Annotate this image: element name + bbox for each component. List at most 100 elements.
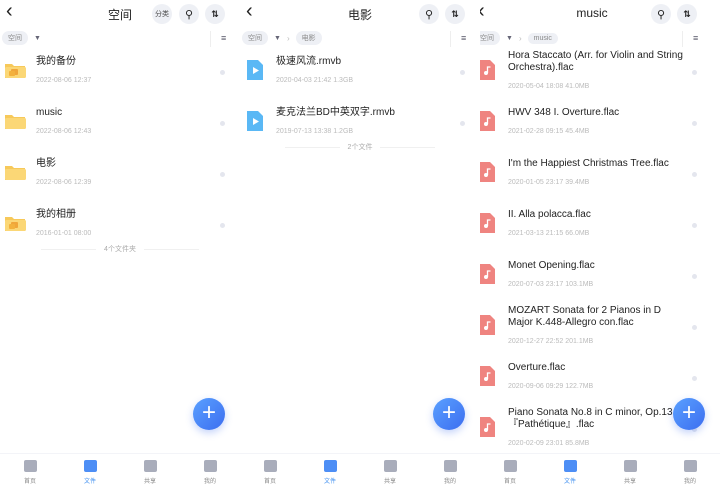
folder-icon	[4, 59, 26, 81]
more-options-button[interactable]	[220, 222, 225, 228]
item-name: Hora Staccato (Arr. for Violin and Strin…	[508, 49, 683, 73]
bottom-nav: 首页 文件 共享 我的	[240, 453, 480, 495]
more-options-button[interactable]	[692, 273, 697, 279]
home-icon	[263, 460, 277, 472]
audio-file-icon	[480, 314, 498, 336]
transfer-button[interactable]: ⇅	[677, 4, 697, 24]
list-item[interactable]: 麦克法兰BD中英双字.rmvb 2019-07-13 13:38 1.2GB	[240, 95, 480, 146]
more-options-button[interactable]	[692, 375, 697, 381]
add-button[interactable]: +	[673, 398, 705, 430]
nav-label: 共享	[143, 479, 156, 485]
item-name: 极速风流.rmvb	[276, 55, 341, 67]
more-options-button[interactable]	[692, 171, 697, 177]
list-item[interactable]: 我的备份 2022-08-06 12:37	[0, 44, 240, 95]
item-meta: 2020-04-03 21:42 1.3GB	[276, 76, 354, 84]
more-options-button[interactable]	[220, 120, 225, 126]
more-options-button[interactable]	[460, 120, 465, 126]
list-item[interactable]: music 2022-08-06 12:43	[0, 95, 240, 146]
add-button[interactable]: +	[193, 398, 225, 430]
transfer-button[interactable]: ⇅	[445, 4, 465, 24]
sort-icon[interactable]: ≡	[693, 33, 698, 43]
nav-label: 文件	[323, 479, 336, 485]
sort-icon[interactable]: ≡	[461, 33, 466, 43]
category-button[interactable]: 分类	[152, 4, 172, 24]
list-item[interactable]: II. Alla polacca.flac 2021-03-13 21:15 66…	[480, 197, 712, 248]
list-item[interactable]: I'm the Happiest Christmas Tree.flac 2020…	[480, 146, 712, 197]
list-item[interactable]: Monet Opening.flac 2020-07-03 23:17 103.1…	[480, 248, 712, 299]
nav-share[interactable]: 共享	[360, 454, 420, 495]
item-meta: 2020-02-09 23:01 85.8MB	[508, 439, 590, 447]
files-icon	[323, 460, 337, 472]
nav-home[interactable]: 首页	[480, 454, 540, 495]
item-body: HWV 348 I. Overture.flac 2021-02-28 09:15…	[508, 107, 688, 135]
item-meta: 2020-05-04 18:08 41.0MB	[508, 82, 590, 90]
dropdown-caret-icon[interactable]: ▼	[34, 35, 41, 42]
nav-home[interactable]: 首页	[240, 454, 300, 495]
share-icon	[623, 460, 637, 472]
item-body: music 2022-08-06 12:43	[36, 107, 216, 135]
add-button[interactable]: +	[433, 398, 465, 430]
audio-file-icon	[480, 263, 498, 285]
item-name: Monet Opening.flac	[508, 259, 595, 271]
breadcrumb-item[interactable]: 电影	[295, 31, 322, 45]
list-item[interactable]: MOZART Sonata for 2 Pianos in D Major K.…	[480, 299, 712, 350]
dropdown-caret-icon[interactable]: ▼	[274, 35, 281, 42]
audio-file-icon	[480, 212, 498, 234]
file-list: 我的备份 2022-08-06 12:37 music 2022-08-06 12:4…	[0, 44, 240, 254]
profile-icon	[203, 460, 217, 472]
nav-label: 我的	[683, 479, 696, 485]
nav-home[interactable]: 首页	[0, 454, 60, 495]
item-body: II. Alla polacca.flac 2021-03-13 21:15 66…	[508, 209, 688, 237]
nav-profile[interactable]: 我的	[180, 454, 240, 495]
list-item[interactable]: 电影 2022-08-06 12:39	[0, 146, 240, 197]
video-file-icon	[244, 59, 266, 81]
list-item[interactable]: HWV 348 I. Overture.flac 2021-02-28 09:15…	[480, 95, 712, 146]
item-name: MOZART Sonata for 2 Pianos in D Major K.…	[508, 304, 662, 328]
nav-profile[interactable]: 我的	[660, 454, 720, 495]
search-button[interactable]: ⚲	[179, 4, 199, 24]
item-name: 电影	[36, 157, 56, 169]
more-options-button[interactable]	[692, 69, 697, 75]
folder-icon	[4, 212, 26, 234]
nav-share[interactable]: 共享	[600, 454, 660, 495]
screen-0: ‹ 空间 分类 ⚲ ⇅ 空间 ▼ ≡ 我的备份 2022-08-06 12:37 music 2022…	[0, 0, 240, 495]
nav-files[interactable]: 文件	[300, 454, 360, 495]
item-body: Hora Staccato (Arr. for Violin and Strin…	[508, 50, 688, 90]
breadcrumb-item[interactable]: 空间	[242, 31, 268, 45]
breadcrumb-item[interactable]: music	[527, 32, 558, 44]
files-icon	[563, 460, 577, 472]
search-button[interactable]: ⚲	[419, 4, 439, 24]
nav-label: 共享	[623, 479, 636, 485]
more-options-button[interactable]	[220, 171, 225, 177]
more-options-button[interactable]	[692, 120, 697, 126]
search-button[interactable]: ⚲	[651, 4, 671, 24]
item-meta: 2021-02-28 09:15 45.4MB	[508, 127, 590, 135]
sort-icon[interactable]: ≡	[221, 33, 226, 43]
more-options-button[interactable]	[220, 69, 225, 75]
folder-icon	[4, 110, 26, 132]
more-options-button[interactable]	[460, 69, 465, 75]
transfer-button[interactable]: ⇅	[205, 4, 225, 24]
dropdown-caret-icon[interactable]: ▼	[506, 35, 513, 42]
item-body: 我的备份 2022-08-06 12:37	[36, 56, 216, 84]
nav-profile[interactable]: 我的	[420, 454, 480, 495]
item-body: 麦克法兰BD中英双字.rmvb 2019-07-13 13:38 1.2GB	[276, 107, 456, 135]
nav-share[interactable]: 共享	[120, 454, 180, 495]
item-name: Piano Sonata No.8 in C minor, Op.13 『Pat…	[508, 406, 673, 430]
screen-2: ‹music⚲⇅空间▼›music≡Hora Staccato (Arr. fo…	[480, 0, 720, 495]
more-options-button[interactable]	[692, 324, 697, 330]
item-meta: 2022-08-06 12:39	[36, 178, 92, 186]
list-item[interactable]: 我的相册 2016-01-01 08:00	[0, 197, 240, 248]
item-meta: 2020-09-06 09:29 122.7MB	[508, 382, 594, 390]
bottom-nav: 首页 文件 共享 我的	[0, 453, 240, 495]
more-options-button[interactable]	[692, 222, 697, 228]
list-item[interactable]: 极速风流.rmvb 2020-04-03 21:42 1.3GB	[240, 44, 480, 95]
nav-files[interactable]: 文件	[540, 454, 600, 495]
breadcrumb-item[interactable]: 空间	[480, 31, 500, 45]
breadcrumb-item[interactable]: 空间	[2, 31, 28, 45]
nav-files[interactable]: 文件	[60, 454, 120, 495]
list-item[interactable]: Hora Staccato (Arr. for Violin and Strin…	[480, 44, 712, 95]
screen-1: ‹ 电影 ⚲ ⇅ 空间 ▼ › 电影 ≡ 极速风流.rmvb 2020-04-03 21:42 1.…	[240, 0, 480, 495]
list-item[interactable]: Overture.flac 2020-09-06 09:29 122.7MB	[480, 350, 712, 401]
header: ‹ 空间 分类 ⚲ ⇅	[0, 0, 240, 28]
